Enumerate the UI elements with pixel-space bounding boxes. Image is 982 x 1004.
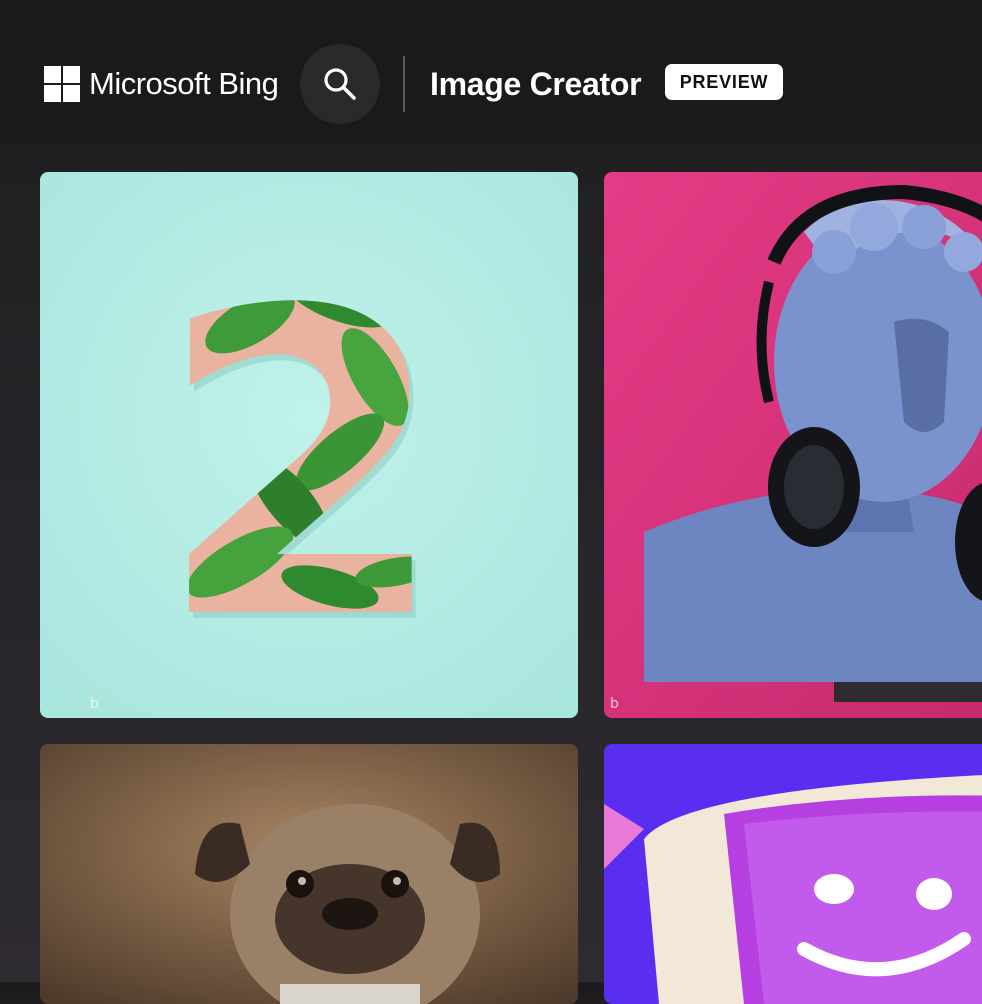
gallery-card-statue-headphones[interactable]: b (604, 172, 982, 718)
image-pug-portrait (40, 744, 578, 1004)
image-statue-headphones: b (604, 172, 982, 718)
gallery-card-pug-portrait[interactable] (40, 744, 578, 1004)
preview-badge: PREVIEW (665, 64, 783, 100)
header-divider (403, 56, 405, 112)
search-button[interactable] (300, 44, 380, 124)
bing-watermark-icon: b (610, 696, 619, 712)
gallery-card-number-two[interactable]: 2 2 b (40, 172, 578, 718)
brand-name: Microsoft Bing (89, 66, 279, 101)
top-header: Microsoft Bing Image Creator PREVIEW (0, 0, 982, 144)
bing-watermark-icon: b (90, 696, 99, 712)
page-title: Image Creator (430, 66, 642, 102)
microsoft-bing-logo[interactable]: Microsoft Bing (44, 66, 279, 102)
image-number-two-leaves: 2 2 b (40, 172, 578, 718)
microsoft-logo-icon (44, 66, 80, 102)
gallery-card-retro-computer[interactable] (604, 744, 982, 1004)
image-retro-computer-smiley (604, 744, 982, 1004)
search-icon (324, 68, 356, 100)
